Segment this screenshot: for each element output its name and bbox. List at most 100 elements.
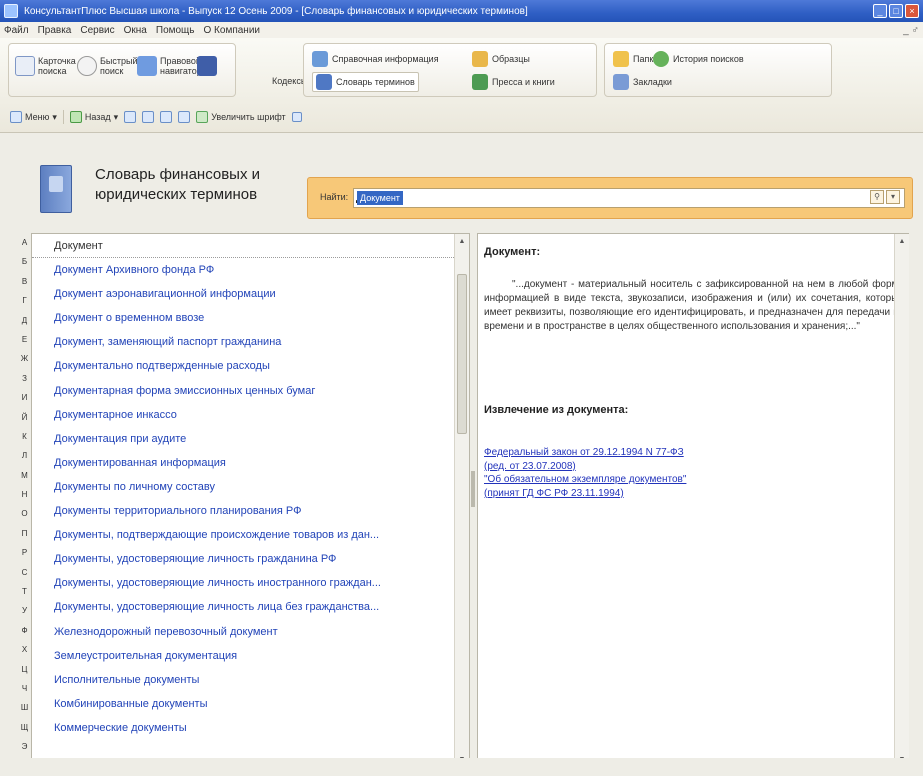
menu-company[interactable]: О Компании — [204, 25, 261, 36]
alphabet-letter[interactable]: Р — [18, 543, 31, 562]
term-item[interactable]: Документы, удостоверяющие личность гражд… — [32, 547, 454, 571]
alphabet-letter[interactable]: Е — [18, 330, 31, 349]
history-button[interactable]: История поисков — [653, 51, 744, 67]
term-item[interactable]: Документ аэронавигационной информации — [32, 282, 454, 306]
term-item[interactable]: Исполнительные документы — [32, 668, 454, 692]
term-item[interactable]: Коммерческие документы — [32, 716, 454, 740]
term-item[interactable]: Железнодорожный перевозочный документ — [32, 620, 454, 644]
alphabet-letter[interactable]: Г — [18, 291, 31, 310]
mdi-controls[interactable]: _ ♂ — [903, 25, 919, 36]
alphabet-letter[interactable]: У — [18, 601, 31, 620]
source-link[interactable]: "Об обязательном экземпляре документов" — [484, 473, 686, 487]
source-link[interactable]: Федеральный закон от 29.12.1994 N 77-ФЗ — [484, 446, 686, 460]
alphabet-letter[interactable]: Э — [18, 737, 31, 756]
term-item[interactable]: Документы территориального планирования … — [32, 499, 454, 523]
alphabet-letter[interactable]: С — [18, 563, 31, 582]
source-link[interactable]: (ред. от 23.07.2008) — [484, 460, 686, 474]
term-item[interactable]: Документально подтвержденные расходы — [32, 354, 454, 378]
alphabet-letter[interactable]: Ц — [18, 660, 31, 679]
alphabet-index: АБВГДЕЖЗИЙКЛМНОПРСТУФХЦЧШЩЭЮЯ — [18, 233, 31, 771]
alphabet-letter[interactable]: Д — [18, 311, 31, 330]
alphabet-letter[interactable]: Й — [18, 408, 31, 427]
term-item[interactable]: Документ Архивного фонда РФ — [32, 258, 454, 282]
alphabet-letter[interactable]: Ш — [18, 698, 31, 717]
scroll-up-icon[interactable]: ▲ — [455, 234, 469, 249]
alphabet-letter[interactable]: Т — [18, 582, 31, 601]
splitter-grip[interactable] — [471, 471, 475, 507]
folders-button[interactable]: Папки — [613, 51, 658, 67]
term-item[interactable]: Документированная информация — [32, 451, 454, 475]
save-icon[interactable] — [124, 111, 137, 123]
term-item[interactable]: Документы, подтверждающие происхождение … — [32, 523, 454, 547]
term-item[interactable]: Землеустроительная документация — [32, 644, 454, 668]
quick-search-icon — [77, 56, 97, 76]
word-export-icon[interactable] — [178, 111, 191, 123]
alphabet-letter[interactable]: П — [18, 524, 31, 543]
alphabet-letter[interactable]: М — [18, 466, 31, 485]
menu-edit[interactable]: Правка — [38, 25, 72, 36]
term-item[interactable]: Документы, удостоверяющие личность лица … — [32, 595, 454, 619]
card-search-button[interactable]: Карточка поиска — [15, 56, 76, 76]
term-item[interactable]: Документы, удостоверяющие личность иност… — [32, 571, 454, 595]
close-button[interactable]: × — [905, 4, 919, 18]
term-item[interactable]: Документы по личному составу — [32, 475, 454, 499]
alphabet-letter[interactable]: З — [18, 369, 31, 388]
alphabet-letter[interactable]: Л — [18, 446, 31, 465]
panel-splitter[interactable] — [470, 233, 477, 768]
chevron-down-icon[interactable]: ▾ — [886, 190, 900, 204]
menu-windows[interactable]: Окна — [124, 25, 147, 36]
back-button[interactable]: Назад ▾ — [69, 111, 119, 123]
alphabet-letter[interactable]: В — [18, 272, 31, 291]
bookmarks-button[interactable]: Закладки — [613, 74, 672, 90]
menu-help[interactable]: Помощь — [156, 25, 195, 36]
folder-icon — [613, 51, 629, 67]
alphabet-letter[interactable]: Б — [18, 252, 31, 271]
quick-search-button[interactable]: Быстрый поиск — [77, 56, 138, 76]
search-panel: Найти: Документ ⚲ ▾ — [307, 177, 913, 219]
alphabet-letter[interactable]: Н — [18, 485, 31, 504]
menu-service[interactable]: Сервис — [80, 25, 114, 36]
dictionary-button[interactable]: Словарь терминов — [312, 72, 419, 92]
alphabet-letter[interactable]: Ф — [18, 621, 31, 640]
magnifier-icon — [15, 56, 35, 76]
search-input[interactable] — [353, 188, 905, 208]
source-link[interactable]: (принят ГД ФС РФ 23.11.1994) — [484, 487, 686, 501]
alphabet-letter[interactable]: А — [18, 233, 31, 252]
history-icon — [653, 51, 669, 67]
menu-file[interactable]: Файл — [4, 25, 29, 36]
alphabet-letter[interactable]: И — [18, 388, 31, 407]
term-item[interactable]: Документарная форма эмиссионных ценных б… — [32, 379, 454, 403]
definition-scrollbar[interactable]: ▲ ▼ — [894, 234, 909, 767]
menu-dropdown[interactable]: Меню ▾ — [10, 111, 57, 123]
navigator-button[interactable]: Правовой навигатор — [137, 56, 202, 76]
minimize-button[interactable]: _ — [873, 4, 887, 18]
term-item[interactable]: Документарное инкассо — [32, 403, 454, 427]
more-icon[interactable] — [291, 112, 302, 122]
alphabet-letter[interactable]: О — [18, 504, 31, 523]
alphabet-letter[interactable]: Щ — [18, 718, 31, 737]
chevron-down-icon: ▾ — [113, 111, 119, 122]
maximize-button[interactable]: □ — [889, 4, 903, 18]
scroll-up-icon[interactable]: ▲ — [895, 234, 909, 249]
preview-icon[interactable] — [160, 111, 173, 123]
term-item[interactable]: Документ о временном ввозе — [32, 306, 454, 330]
term-item[interactable]: Комбинированные документы — [32, 692, 454, 716]
increase-font-button[interactable]: Увеличить шрифт — [196, 111, 286, 123]
codices-button[interactable] — [197, 56, 237, 76]
print-icon[interactable] — [142, 111, 155, 123]
alphabet-letter[interactable]: К — [18, 427, 31, 446]
term-item-selected[interactable]: Документ — [32, 234, 454, 259]
search-options-icon[interactable]: ⚲ — [870, 190, 884, 204]
alphabet-letter[interactable]: Ж — [18, 349, 31, 368]
term-item[interactable]: Документация при аудите — [32, 427, 454, 451]
codices-icon — [197, 56, 217, 76]
press-books-button[interactable]: Пресса и книги — [472, 74, 555, 90]
term-item[interactable]: Документ, заменяющий паспорт гражданина — [32, 330, 454, 354]
scroll-thumb[interactable] — [457, 274, 467, 434]
term-list-scrollbar[interactable]: ▲ ▼ — [454, 234, 469, 767]
main-area: Словарь финансовых и юридических термино… — [0, 133, 923, 776]
alphabet-letter[interactable]: Ч — [18, 679, 31, 698]
forms-button[interactable]: Образцы — [472, 51, 530, 67]
alphabet-letter[interactable]: Х — [18, 640, 31, 659]
reference-info-button[interactable]: Справочная информация — [312, 51, 439, 67]
